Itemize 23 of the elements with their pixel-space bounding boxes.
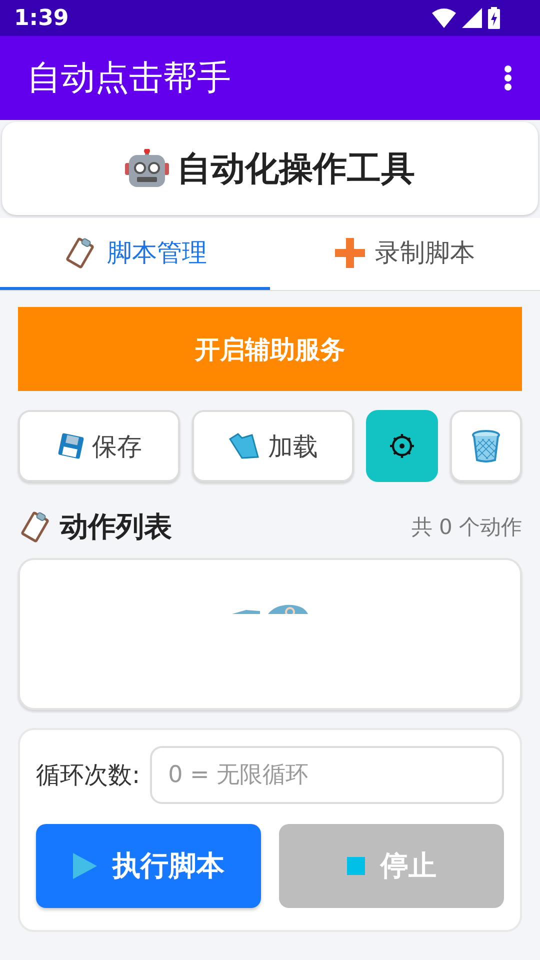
icon-button[interactable] [366, 410, 438, 482]
plus-icon [335, 238, 365, 268]
wifi-icon [432, 8, 456, 28]
action-button[interactable]: 保存 [18, 410, 180, 482]
play-icon [72, 853, 96, 879]
app-title: 自动点击帮手 [27, 57, 231, 100]
enable-service-button[interactable]: 开启辅助服务 [18, 307, 522, 391]
section-title: 动作列表 [60, 509, 172, 545]
run-script-button[interactable]: 执行脚本 [36, 824, 261, 908]
action-button[interactable]: 加载 [192, 410, 354, 482]
loop-count-label: 循环次数: [36, 760, 140, 791]
action-count: 共 0 个动作 [411, 514, 522, 541]
battery-icon [488, 7, 500, 29]
folder-icon [228, 431, 262, 461]
header-title: 自动化操作工具 [177, 148, 415, 190]
crosshair-icon [387, 431, 417, 461]
status-time: 1:39 [14, 6, 69, 30]
robot-icon [125, 148, 169, 188]
stop-icon [346, 857, 364, 875]
signal-icon [462, 8, 482, 28]
empty-state-icon [232, 604, 308, 614]
loop-count-field[interactable]: 0 = 无限循环 [150, 746, 504, 804]
trash-bin-icon [470, 429, 502, 463]
